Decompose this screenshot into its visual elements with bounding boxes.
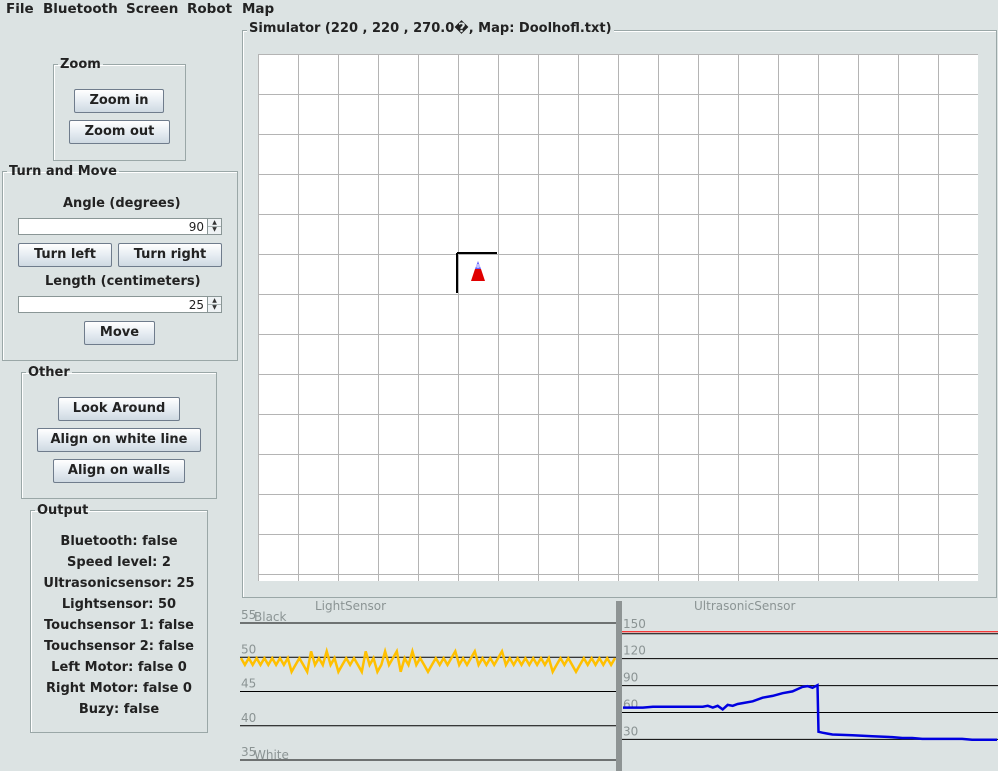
menu-screen[interactable]: Screen: [126, 1, 178, 17]
light-tick-label: 50: [241, 642, 256, 656]
turn-left-button[interactable]: Turn left: [18, 243, 112, 267]
menu-map[interactable]: Map: [242, 1, 274, 17]
ultrasonic-tick-labels: 150 120 90 60 30: [623, 617, 646, 739]
angle-label: Angle (degrees): [63, 196, 181, 211]
ultrasonic-tick-label: 120: [623, 644, 646, 658]
output-ultrasonic: Ultrasonicsensor: 25: [43, 576, 195, 591]
output-buzy: Buzy: false: [78, 702, 160, 717]
light-annotation-black: Black: [254, 610, 287, 624]
output-speed-level: Speed level: 2: [67, 555, 171, 570]
align-walls-button[interactable]: Align on walls: [53, 459, 185, 483]
simulator-grid: [258, 54, 978, 581]
angle-input[interactable]: [19, 219, 207, 234]
ultrasonic-gridlines: [622, 631, 998, 740]
ultrasonic-sensor-chart: 150 120 90 60 30 UltrasonicSensor: [622, 600, 998, 742]
simulator-canvas[interactable]: [258, 54, 978, 581]
light-gridlines: [240, 622, 616, 761]
light-tick-label: 45: [241, 677, 256, 691]
turn-move-legend: Turn and Move: [9, 164, 117, 179]
length-spinner-arrows[interactable]: ▲ ▼: [207, 297, 221, 312]
light-sensor-graph: 55 50 45 40 35 LightSensor Black White: [240, 600, 616, 771]
spin-down-icon[interactable]: ▼: [208, 226, 221, 233]
ultrasonic-sensor-title: UltrasonicSensor: [694, 600, 795, 613]
move-button[interactable]: Move: [84, 321, 155, 345]
light-sensor-title: LightSensor: [315, 600, 386, 613]
zoom-in-button[interactable]: Zoom in: [74, 89, 164, 113]
light-sensor-chart: 5550454035 LightSensor Black White: [240, 600, 616, 762]
angle-spinner-arrows[interactable]: ▲ ▼: [207, 219, 221, 234]
light-tick-label: 40: [241, 711, 256, 725]
zoom-legend: Zoom: [60, 57, 101, 72]
ultrasonic-sensor-graph: 150 120 90 60 30 UltrasonicSensor: [622, 600, 998, 771]
ultrasonic-tick-label: 90: [623, 671, 638, 685]
light-series-line: [240, 646, 616, 676]
turn-right-button[interactable]: Turn right: [118, 243, 222, 267]
angle-spinner[interactable]: ▲ ▼: [18, 218, 222, 235]
length-spinner[interactable]: ▲ ▼: [18, 296, 222, 313]
output-lightsensor: Lightsensor: 50: [61, 597, 177, 612]
robot-icon: [471, 261, 485, 281]
light-annotation-white: White: [254, 748, 289, 762]
spin-down-icon[interactable]: ▼: [208, 304, 221, 311]
output-left-motor: Left Motor: false 0: [51, 660, 187, 675]
output-touchsensor-1: Touchsensor 1: false: [44, 618, 194, 633]
output-legend: Output: [37, 503, 89, 518]
menu-robot[interactable]: Robot: [187, 1, 232, 17]
menu-bar: File Bluetooth Screen Robot Map: [0, 0, 998, 20]
zoom-out-button[interactable]: Zoom out: [69, 120, 170, 144]
output-lines: Bluetooth: false Speed level: 2 Ultrason…: [30, 534, 208, 724]
other-legend: Other: [28, 365, 70, 380]
output-right-motor: Right Motor: false 0: [46, 681, 192, 696]
align-white-line-button[interactable]: Align on white line: [37, 428, 201, 452]
look-around-button[interactable]: Look Around: [58, 397, 180, 421]
light-series: [240, 646, 616, 676]
simulator-title: Simulator (220 , 220 , 270.0�, Map: Dool…: [247, 21, 614, 36]
menu-bluetooth[interactable]: Bluetooth: [43, 1, 118, 17]
output-touchsensor-2: Touchsensor 2: false: [44, 639, 194, 654]
grid-lines: [258, 54, 978, 581]
light-tick-labels: 5550454035: [241, 608, 256, 759]
length-label: Length (centimeters): [45, 274, 201, 289]
ultrasonic-tick-label: 60: [623, 697, 638, 711]
ultrasonic-tick-label: 30: [623, 724, 638, 738]
menu-file[interactable]: File: [6, 1, 34, 17]
length-input[interactable]: [19, 297, 207, 312]
output-bluetooth: Bluetooth: false: [60, 534, 178, 549]
ultrasonic-tick-label: 150: [623, 617, 646, 631]
